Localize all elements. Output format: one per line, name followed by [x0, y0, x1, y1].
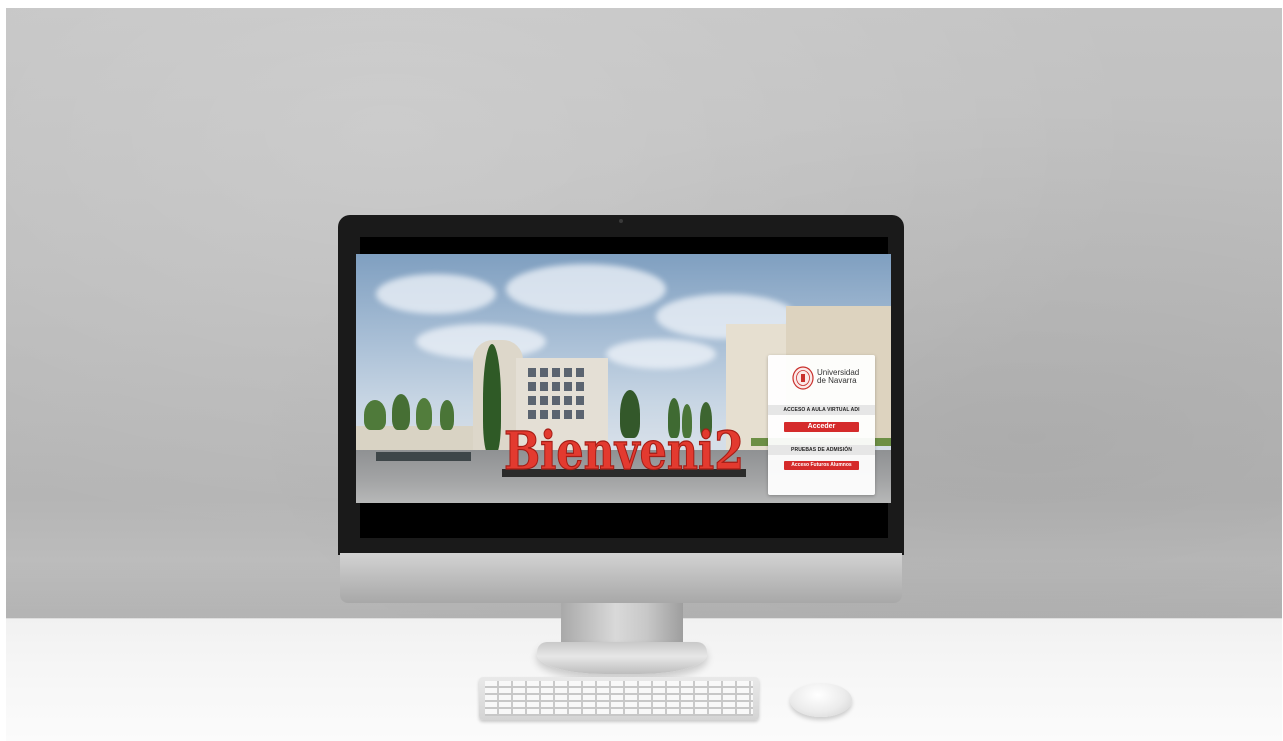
cypress-tree	[483, 344, 501, 454]
building-window	[540, 368, 548, 377]
login-panel: Universidad de Navarra ACCESO A AULA VIR…	[768, 355, 875, 495]
university-name: Universidad de Navarra	[817, 369, 877, 385]
university-seal-icon	[792, 366, 814, 390]
building-window	[564, 396, 572, 405]
monitor-stand-neck	[561, 600, 683, 648]
aula-virtual-section-title: ACCESO A AULA VIRTUAL ADI	[768, 405, 875, 415]
monitor-stand-base	[537, 642, 707, 674]
building-window	[528, 368, 536, 377]
building-window	[528, 396, 536, 405]
building-window	[564, 382, 572, 391]
building-window	[528, 382, 536, 391]
tree	[416, 398, 432, 430]
building-window	[540, 382, 548, 391]
university-logo: Universidad de Navarra	[792, 365, 872, 391]
building-window	[552, 396, 560, 405]
building-window	[540, 396, 548, 405]
building-window	[576, 396, 584, 405]
acceso-futuros-alumnos-button[interactable]: Acceso Futuros Alumnos	[784, 461, 859, 470]
cloud	[606, 339, 716, 369]
mouse	[790, 683, 852, 717]
website-screenshot: Bienveni2 Universidad de Navarra ACCESO …	[356, 254, 891, 503]
cloud	[376, 274, 496, 314]
pruebas-admision-section-title: PRUEBAS DE ADMISIÓN	[768, 445, 875, 455]
building-window	[552, 382, 560, 391]
keyboard-key-rows	[485, 681, 753, 716]
tree	[440, 400, 454, 430]
university-name-line2: de Navarra	[817, 376, 857, 385]
acceder-button[interactable]: Acceder	[784, 422, 859, 432]
keyboard	[479, 677, 759, 720]
water-pool	[376, 452, 471, 461]
building-window	[576, 382, 584, 391]
webcam-icon	[619, 219, 623, 223]
bienvenido-sign: Bienveni2	[502, 420, 746, 477]
sign-text: Bienveni2	[504, 421, 744, 477]
building-window	[552, 368, 560, 377]
building-window	[576, 368, 584, 377]
tree	[392, 394, 410, 430]
building-window	[564, 368, 572, 377]
tree	[364, 400, 386, 430]
cloud	[506, 264, 666, 314]
monitor-chin	[340, 553, 902, 603]
